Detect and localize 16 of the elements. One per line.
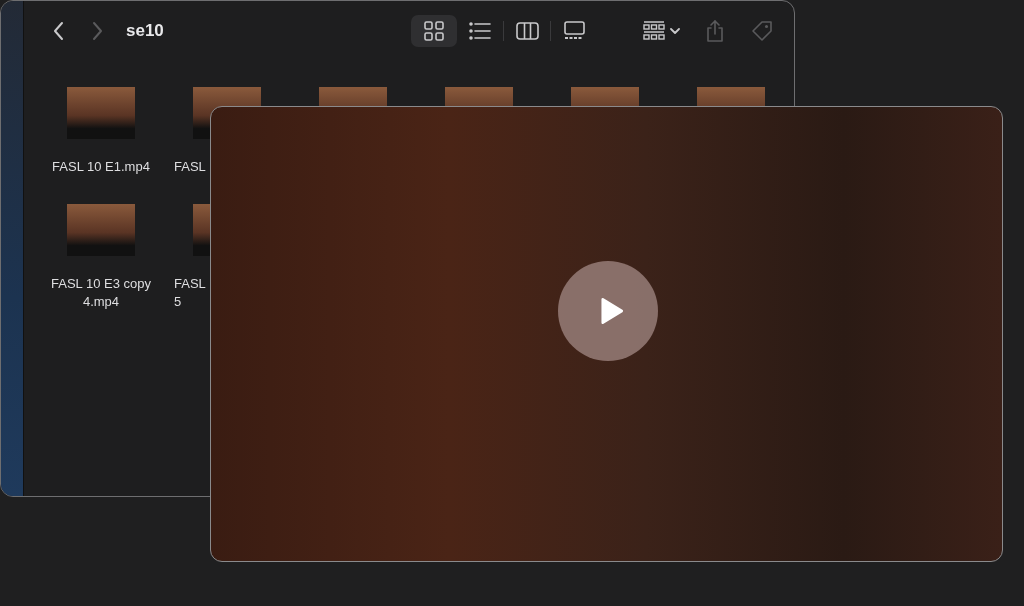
video-thumbnail[interactable] [67, 87, 135, 139]
video-thumbnail[interactable] [67, 204, 135, 256]
icons-view-button[interactable] [411, 15, 457, 47]
columns-icon [515, 20, 539, 42]
share-icon [704, 19, 726, 43]
grouping-icon [643, 20, 680, 42]
file-name[interactable]: FASL 10 E1.mp4 [52, 158, 150, 176]
file-name[interactable]: FASL 5 [174, 275, 206, 311]
gallery-icon [562, 20, 586, 42]
file-name[interactable]: FASL [174, 158, 206, 176]
tag-icon [750, 19, 774, 43]
list-icon [469, 20, 491, 42]
group-button[interactable] [643, 20, 680, 42]
file-name[interactable]: FASL 10 E3 copy 4.mp4 [51, 275, 151, 311]
grid-icon [423, 20, 445, 42]
window-title: se10 [126, 21, 164, 41]
